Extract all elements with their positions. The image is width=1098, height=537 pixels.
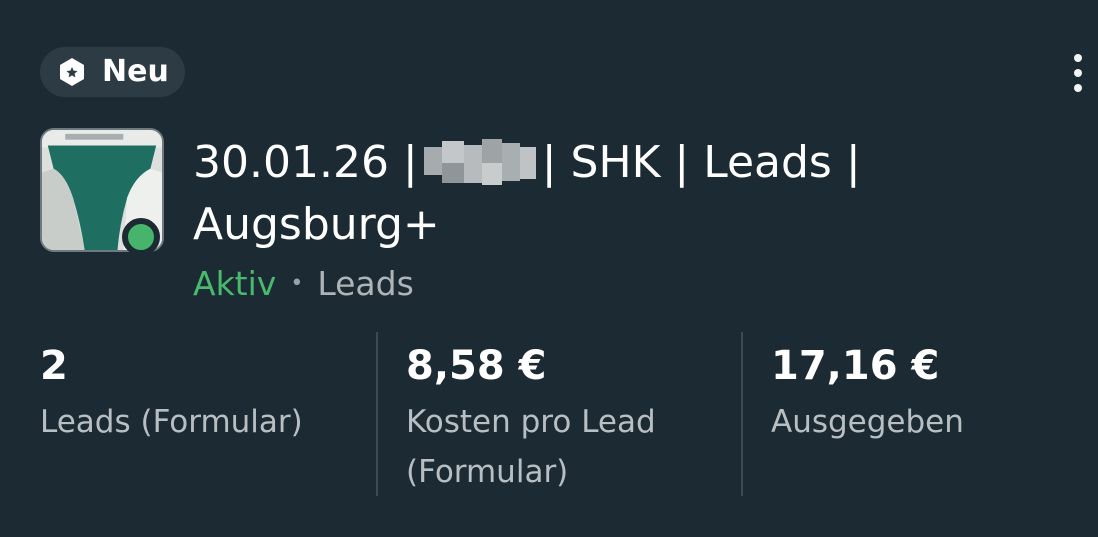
active-status-dot [122,218,160,256]
stat-leads: 2 Leads (Formular) [40,340,303,447]
redacted-name [423,137,536,187]
stat-label: Leads (Formular) [40,404,303,440]
stat-label: Ausgegeben [771,404,964,440]
stat-divider [741,332,743,496]
new-badge: Neu [40,47,185,97]
campaign-title[interactable]: 30.01.26 | | SHK | Leads | Augsburg+ [193,132,953,256]
campaign-type-label: Leads [317,264,414,303]
stat-label: Kosten pro Lead (Formular) [406,404,656,490]
more-options-button[interactable] [1058,50,1098,96]
meta-separator: • [290,271,304,296]
stat-value: 17,16 € [771,343,940,389]
stat-cost-per-lead: 8,58 € Kosten pro Lead (Formular) [406,340,716,497]
hexagon-star-icon [60,58,84,86]
more-vertical-icon [1074,54,1082,62]
badge-label: Neu [102,54,169,89]
stat-divider [376,332,378,496]
stat-value: 8,58 € [406,343,547,389]
stat-spent: 17,16 € Ausgegeben [771,340,964,447]
title-date: 30.01.26 | [193,137,418,188]
campaign-meta: Aktiv • Leads [193,262,414,306]
stat-value: 2 [40,343,68,389]
status-label: Aktiv [193,264,277,303]
